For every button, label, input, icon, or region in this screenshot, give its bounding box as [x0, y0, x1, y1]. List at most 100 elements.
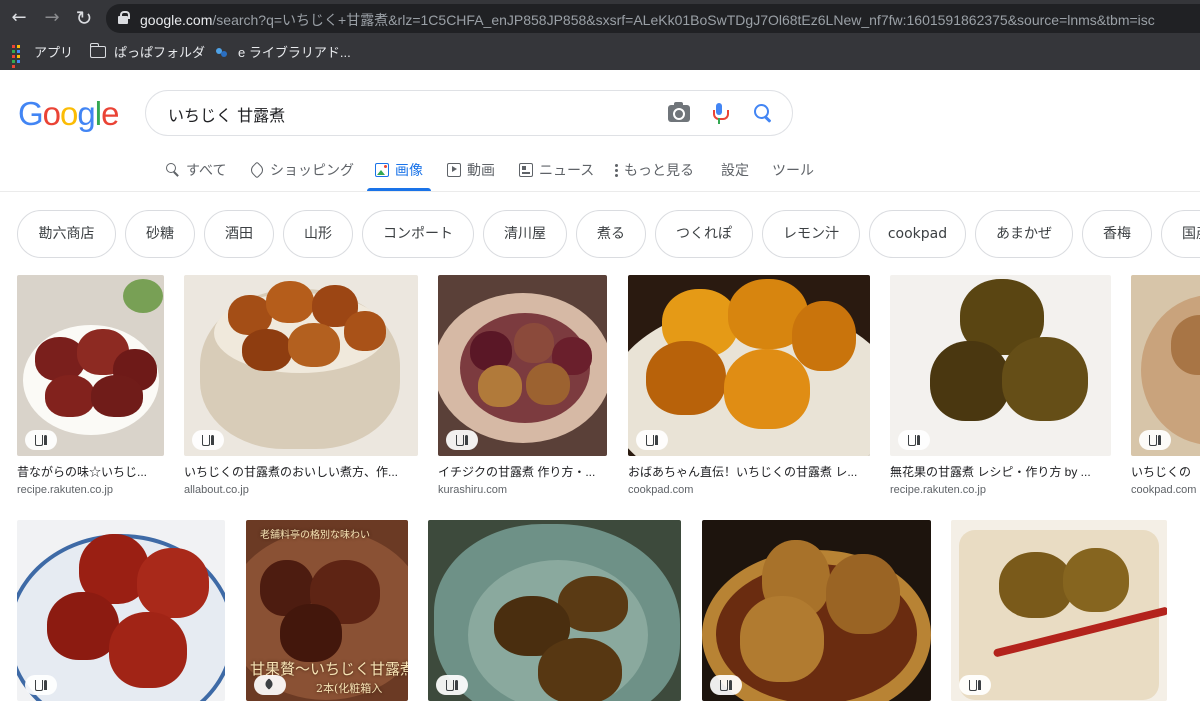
result-source: kurashiru.com — [438, 484, 508, 496]
tab-news[interactable]: ニュース — [519, 160, 594, 190]
result-title[interactable]: 無花果の甘露煮 レシピ・作り方 by ... — [890, 464, 1111, 480]
fig — [478, 365, 522, 407]
result-source: allabout.co.jp — [184, 484, 249, 496]
result-thumbnail[interactable] — [17, 275, 164, 456]
fig — [266, 281, 314, 323]
result-title[interactable]: いちじくの甘露煮のおいしい煮方、作... — [184, 464, 418, 480]
result-title[interactable]: 昔ながらの味☆いちじ... — [17, 464, 164, 480]
result-source: recipe.rakuten.co.jp — [890, 484, 986, 496]
settings-link[interactable]: 設定 — [721, 160, 749, 190]
tab-videos[interactable]: 動画 — [447, 160, 495, 190]
fig — [280, 604, 342, 662]
image-result[interactable]: おばあちゃん直伝！いちじくの甘露煮 レ... cookpad.com — [628, 275, 870, 497]
image-result[interactable]: 昔ながらの味☆いちじ... recipe.rakuten.co.jp — [17, 275, 164, 497]
chip-suggestion[interactable]: レモン汁 — [762, 210, 860, 258]
search-input[interactable]: いちじく 甘露煮 — [168, 102, 285, 126]
fig — [1063, 548, 1129, 612]
tab-images[interactable]: 画像 — [367, 160, 431, 191]
camera-icon[interactable] — [668, 102, 690, 122]
chip-suggestion[interactable]: 国産 — [1161, 210, 1200, 258]
fork-knife-icon — [710, 675, 742, 695]
result-thumbnail[interactable] — [702, 520, 931, 701]
tab-shopping[interactable]: ショッピング — [250, 160, 354, 190]
fig — [137, 548, 209, 618]
chip-suggestion[interactable]: つくれぽ — [655, 210, 753, 258]
fig — [242, 329, 292, 371]
search-icon[interactable] — [754, 104, 774, 124]
tools-link[interactable]: ツール — [772, 160, 814, 190]
bookmark-folder[interactable]: ぱっぱフォルダ — [90, 43, 205, 63]
back-arrow-icon[interactable]: ← — [7, 6, 31, 30]
bookmark-label: e ライブラリアド... — [238, 45, 351, 60]
result-title[interactable]: イチジクの甘露煮 作り方・... — [438, 464, 607, 480]
image-result[interactable]: いちじくの cookpad.com — [1131, 275, 1200, 497]
bookmark-label: ぱっぱフォルダ — [114, 45, 206, 60]
image-result[interactable] — [702, 520, 931, 701]
fig — [109, 612, 187, 688]
fig — [288, 323, 340, 367]
result-thumbnail[interactable] — [890, 275, 1111, 456]
chip-suggestion[interactable]: 砂糖 — [125, 210, 195, 258]
search-tabs: すべて ショッピング 画像 動画 ニュース もっと見る 設定 ツール — [0, 152, 1200, 192]
fig — [792, 301, 856, 371]
chip-suggestion[interactable]: 煮る — [576, 210, 646, 258]
tab-label: すべて — [186, 163, 227, 179]
browser-chrome: ← → ↻ google.com/search?q=いちじく+甘露煮&rlz=1… — [0, 0, 1200, 70]
fig — [1002, 337, 1088, 421]
result-source: cookpad.com — [628, 484, 694, 496]
fig — [344, 311, 386, 351]
tag-icon — [254, 675, 286, 695]
chip-suggestion[interactable]: 香梅 — [1082, 210, 1152, 258]
more-vert-icon — [614, 163, 618, 177]
result-thumbnail[interactable] — [428, 520, 681, 701]
logo-letter: o — [42, 95, 61, 132]
bookmark-apps[interactable]: アプリ — [12, 43, 73, 68]
google-logo[interactable]: Google — [18, 95, 119, 132]
result-thumbnail[interactable] — [628, 275, 870, 456]
chip-suggestion[interactable]: コンポート — [362, 210, 474, 258]
fork-knife-icon — [25, 675, 57, 695]
image-result[interactable] — [428, 520, 681, 701]
url-text[interactable]: google.com/search?q=いちじく+甘露煮&rlz=1C5CHFA… — [140, 10, 1155, 30]
chip-suggestion[interactable]: cookpad — [869, 210, 966, 258]
result-title[interactable]: いちじくの — [1131, 464, 1200, 480]
fork-knife-icon — [436, 675, 468, 695]
search-box[interactable]: いちじく 甘露煮 — [145, 90, 793, 136]
fork-knife-icon — [898, 430, 930, 450]
promo-tagline: 老舗料亭の格別な味わい — [260, 530, 370, 541]
result-title[interactable]: おばあちゃん直伝！いちじくの甘露煮 レ... — [628, 464, 870, 480]
fig — [826, 554, 900, 634]
fig — [45, 375, 95, 417]
reload-icon[interactable]: ↻ — [72, 6, 96, 30]
browser-toolbar: ← → ↻ google.com/search?q=いちじく+甘露煮&rlz=1… — [0, 0, 1200, 37]
chip-suggestion[interactable]: 山形 — [283, 210, 353, 258]
chip-suggestion[interactable]: あまかぜ — [975, 210, 1073, 258]
image-result[interactable] — [951, 520, 1167, 701]
forward-arrow-icon[interactable]: → — [40, 6, 64, 30]
image-result[interactable]: いちじくの甘露煮のおいしい煮方、作... allabout.co.jp — [184, 275, 418, 497]
fork-knife-icon — [1139, 430, 1171, 450]
result-thumbnail[interactable] — [17, 520, 225, 701]
result-thumbnail[interactable] — [438, 275, 607, 456]
bookmark-e-library[interactable]: e ライブラリアド... — [216, 43, 351, 63]
result-thumbnail[interactable] — [1131, 275, 1200, 456]
image-result[interactable]: 無花果の甘露煮 レシピ・作り方 by ... recipe.rakuten.co… — [890, 275, 1111, 497]
result-thumbnail[interactable]: 老舗料亭の格別な味わい 甘果贅～いちじく甘露煮 2本(化粧箱入 — [246, 520, 408, 701]
chip-suggestion[interactable]: 清川屋 — [483, 210, 567, 258]
tab-all[interactable]: すべて — [166, 160, 226, 190]
address-bar[interactable]: google.com/search?q=いちじく+甘露煮&rlz=1C5CHFA… — [106, 4, 1200, 33]
result-thumbnail[interactable] — [951, 520, 1167, 701]
chip-suggestion[interactable]: 酒田 — [204, 210, 274, 258]
image-result[interactable]: 老舗料亭の格別な味わい 甘果贅～いちじく甘露煮 2本(化粧箱入 — [246, 520, 408, 701]
chip-suggestion[interactable]: 勘六商店 — [17, 210, 116, 258]
result-thumbnail[interactable] — [184, 275, 418, 456]
bookmarks-bar: アプリ ぱっぱフォルダ e ライブラリアド... — [0, 37, 1200, 70]
url-host: google.com — [140, 12, 213, 28]
folder-icon — [90, 43, 106, 58]
image-result[interactable]: イチジクの甘露煮 作り方・... kurashiru.com — [438, 275, 607, 497]
image-result[interactable] — [17, 520, 225, 701]
image-icon — [375, 163, 389, 177]
fig — [646, 341, 726, 415]
tab-more[interactable]: もっと見る — [614, 160, 694, 190]
fig — [91, 375, 143, 417]
